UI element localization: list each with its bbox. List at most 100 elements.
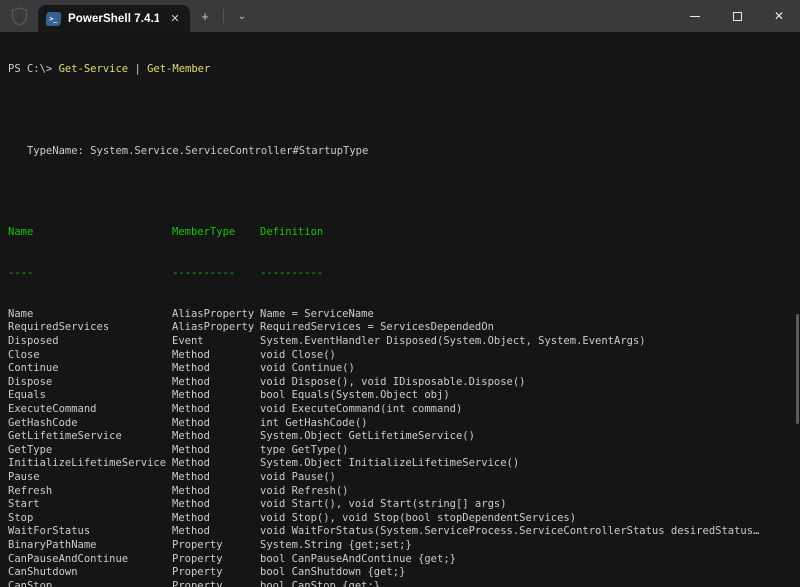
member-name: GetType (8, 443, 53, 456)
admin-shield-icon (0, 0, 38, 32)
tab-title: PowerShell 7.4.1 (68, 12, 159, 25)
member-row: Start Method void Start(), void Start(stri… (8, 498, 800, 512)
member-definition: bool CanPauseAndContinue {get;} (260, 552, 456, 565)
header-name: Name (8, 226, 34, 239)
member-row: Pause Method void Pause() (8, 471, 800, 485)
member-type: Method (172, 403, 210, 416)
command-get-service: Get-Service (58, 63, 135, 76)
header-membertype: MemberType (172, 226, 236, 239)
member-name: GetLifetimeService (8, 430, 122, 443)
member-name: RequiredServices (8, 321, 110, 334)
tab-close-icon[interactable]: ✕ (166, 10, 184, 28)
member-name: Dispose (8, 375, 53, 388)
member-definition: void Dispose(), void IDisposable.Dispose… (260, 375, 526, 388)
member-name: CanShutdown (8, 566, 78, 579)
member-type: Property (172, 552, 223, 565)
tab-powershell[interactable]: >_ PowerShell 7.4.1 ✕ (38, 5, 190, 32)
member-name: Start (8, 498, 40, 511)
minimize-button[interactable] (674, 0, 716, 32)
tab-actions: + ⌄ (190, 0, 255, 32)
pipe-operator: | (134, 63, 148, 76)
member-name: Close (8, 348, 40, 361)
member-row: ExecuteCommand Method void ExecuteCommand(… (8, 403, 800, 417)
member-name: BinaryPathName (8, 538, 97, 551)
member-definition: System.String {get;set;} (260, 538, 412, 551)
member-row: InitializeLifetimeService Method System.Ob… (8, 457, 800, 471)
member-definition: System.EventHandler Disposed(System.Obje… (260, 335, 646, 348)
member-row: Dispose Method void Dispose(), void IDispo… (8, 376, 800, 390)
member-name: Pause (8, 471, 40, 483)
prompt: PS C:\> (8, 63, 59, 76)
member-definition: RequiredServices = ServicesDependedOn (260, 321, 494, 334)
member-row: Refresh Method void Refresh() (8, 485, 800, 499)
member-type: Method (172, 375, 210, 388)
member-type: Method (172, 348, 210, 361)
minimize-icon (690, 15, 700, 17)
member-rows: Name AliasProperty Name = ServiceName Requi… (8, 308, 800, 587)
member-definition: bool Equals(System.Object obj) (260, 389, 450, 402)
member-name: Refresh (8, 484, 53, 497)
command-get-member: Get-Member (147, 63, 211, 76)
terminal-window: >_ PowerShell 7.4.1 ✕ + ⌄ ✕ PS C:\> Get-… (0, 0, 800, 587)
member-definition: type GetType() (260, 443, 349, 456)
close-icon: ✕ (773, 9, 785, 23)
member-type: Method (172, 416, 210, 429)
tab-dropdown-button[interactable]: ⌄ (229, 4, 255, 28)
member-row: WaitForStatus Method void WaitForStatus(Sy… (8, 525, 800, 539)
table-header: Name MemberType Definition (8, 226, 800, 240)
member-definition: void Stop(), void Stop(bool stopDependen… (260, 511, 577, 524)
member-row: GetLifetimeService Method System.Object Ge… (8, 430, 800, 444)
member-definition: bool CanStop {get;} (260, 579, 381, 587)
member-name: CanPauseAndContinue (8, 552, 129, 565)
titlebar: >_ PowerShell 7.4.1 ✕ + ⌄ ✕ (0, 0, 800, 32)
new-tab-button[interactable]: + (192, 4, 218, 28)
member-definition: System.Object GetLifetimeService() (260, 430, 475, 443)
member-row: Continue Method void Continue() (8, 362, 800, 376)
member-type: Method (172, 511, 210, 524)
member-type: Method (172, 362, 210, 375)
member-row: Equals Method bool Equals(System.Object ob… (8, 389, 800, 403)
member-row: Close Method void Close() (8, 349, 800, 363)
underline-name: ---- (8, 267, 34, 280)
table-header-underline: ---- ---------- ---------- (8, 267, 800, 281)
scrollbar-thumb[interactable] (796, 314, 799, 424)
command-line: PS C:\> Get-Service | Get-Member (8, 63, 800, 77)
powershell-icon: >_ (45, 11, 62, 26)
header-definition: Definition (260, 226, 324, 239)
member-definition: void Refresh() (260, 484, 349, 497)
member-name: Continue (8, 362, 59, 375)
member-type: AliasProperty (172, 307, 255, 320)
member-type: Property (172, 579, 223, 587)
member-name: GetHashCode (8, 416, 78, 429)
member-type: Method (172, 471, 210, 483)
member-name: Name (8, 307, 34, 320)
member-definition: System.Object InitializeLifetimeService(… (260, 457, 520, 470)
terminal-content[interactable]: PS C:\> Get-Service | Get-Member TypeNam… (0, 32, 800, 587)
member-type: Method (172, 457, 210, 470)
member-row: BinaryPathName Property System.String {get… (8, 539, 800, 553)
member-name: Equals (8, 389, 46, 402)
member-type: Method (172, 389, 210, 402)
close-button[interactable]: ✕ (758, 0, 800, 32)
member-definition: bool CanShutdown {get;} (260, 566, 406, 579)
member-row: Disposed Event System.EventHandler Dispose… (8, 335, 800, 349)
member-type: Method (172, 484, 210, 497)
member-row: GetHashCode Method int GetHashCode() (8, 417, 800, 431)
maximize-button[interactable] (716, 0, 758, 32)
member-row: CanStop Property bool CanStop {get;} (8, 580, 800, 587)
member-definition: void Start(), void Start(string[] args) (260, 498, 507, 511)
underline-membertype: ---------- (172, 267, 236, 280)
member-definition: Name = ServiceName (260, 307, 374, 320)
member-type: Event (172, 335, 204, 348)
tab-divider (223, 9, 224, 23)
scrollbar[interactable] (795, 32, 799, 587)
member-name: InitializeLifetimeService (8, 457, 167, 470)
member-type: Property (172, 566, 223, 579)
member-definition: void WaitForStatus(System.ServiceProcess… (260, 525, 760, 538)
member-row: CanPauseAndContinue Property bool CanPause… (8, 553, 800, 567)
member-name: CanStop (8, 579, 53, 587)
window-controls: ✕ (674, 0, 800, 32)
member-definition: int GetHashCode() (260, 416, 368, 429)
member-row: Name AliasProperty Name = ServiceName (8, 308, 800, 322)
typename-line: TypeName: System.Service.ServiceControll… (8, 144, 369, 157)
